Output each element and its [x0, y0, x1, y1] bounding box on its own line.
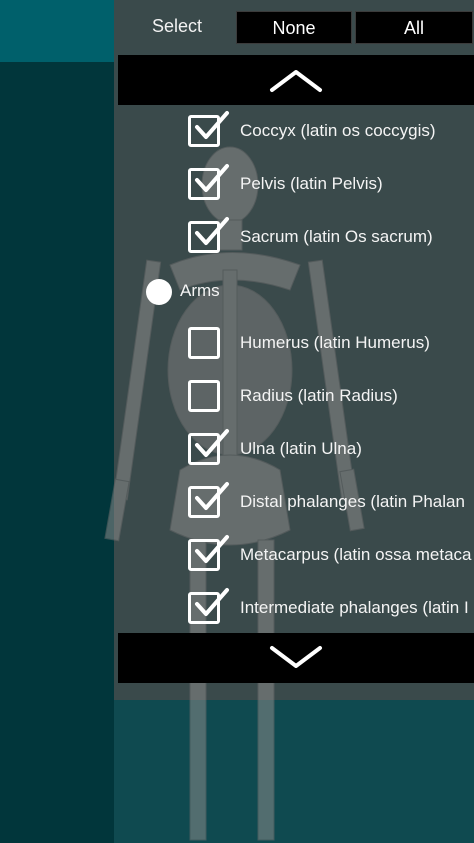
- top-left-bar: [0, 0, 114, 62]
- list-item-label: Humerus (latin Humerus): [240, 333, 430, 352]
- scroll-down-button[interactable]: [118, 633, 474, 683]
- list-item-label: Pelvis (latin Pelvis): [240, 174, 383, 193]
- select-label: Select: [152, 16, 203, 36]
- select-all-button[interactable]: All: [355, 11, 473, 44]
- checkmark-icon: [195, 588, 229, 616]
- scroll-up-button[interactable]: [118, 55, 474, 105]
- group-label-arms: Arms: [180, 281, 220, 300]
- chevron-down-icon: [270, 646, 322, 668]
- left-background: [0, 62, 114, 843]
- checkmark-icon: [195, 111, 229, 139]
- list-item-label: Sacrum (latin Os sacrum): [240, 227, 433, 246]
- checkbox-unchecked[interactable]: [188, 380, 220, 412]
- checkmark-icon: [195, 535, 229, 563]
- list-item[interactable]: Pelvis (latin Pelvis): [114, 158, 474, 211]
- list-item[interactable]: Ulna (latin Ulna): [114, 423, 474, 476]
- bone-list: Coccyx (latin os coccygis) Pelvis (latin…: [114, 105, 474, 633]
- list-item[interactable]: Coccyx (latin os coccygis): [114, 105, 474, 158]
- list-item-label: Radius (latin Radius): [240, 386, 398, 405]
- group-radio-arms[interactable]: [146, 279, 172, 305]
- checkbox-checked[interactable]: [188, 429, 229, 465]
- list-item[interactable]: Distal phalanges (latin Phalan: [114, 476, 474, 529]
- list-item[interactable]: Metacarpus (latin ossa metaca: [114, 529, 474, 582]
- list-item[interactable]: Sacrum (latin Os sacrum): [114, 211, 474, 264]
- checkbox-checked[interactable]: [188, 482, 229, 518]
- list-item-label: Coccyx (latin os coccygis): [240, 121, 436, 140]
- list-item-label: Distal phalanges (latin Phalan: [240, 492, 465, 511]
- chevron-up-icon: [270, 70, 322, 92]
- list-item-label: Ulna (latin Ulna): [240, 439, 362, 458]
- checkbox-checked[interactable]: [188, 588, 229, 624]
- select-row: Select None All: [114, 0, 474, 52]
- checkbox-checked[interactable]: [188, 164, 229, 200]
- checkbox-checked[interactable]: [188, 111, 229, 147]
- checkbox-unchecked[interactable]: [188, 327, 220, 359]
- checkmark-icon: [195, 217, 229, 245]
- list-item-label: Metacarpus (latin ossa metaca: [240, 545, 472, 564]
- checkmark-icon: [195, 164, 229, 192]
- checkbox-checked[interactable]: [188, 535, 229, 571]
- checkmark-icon: [195, 482, 229, 510]
- list-item[interactable]: Intermediate phalanges (latin I: [114, 582, 474, 633]
- list-item[interactable]: Radius (latin Radius): [114, 370, 474, 423]
- checkbox-checked[interactable]: [188, 217, 229, 253]
- select-none-button[interactable]: None: [236, 11, 352, 44]
- checkmark-icon: [195, 429, 229, 457]
- list-item[interactable]: Humerus (latin Humerus): [114, 317, 474, 370]
- list-item-label: Intermediate phalanges (latin I: [240, 598, 469, 617]
